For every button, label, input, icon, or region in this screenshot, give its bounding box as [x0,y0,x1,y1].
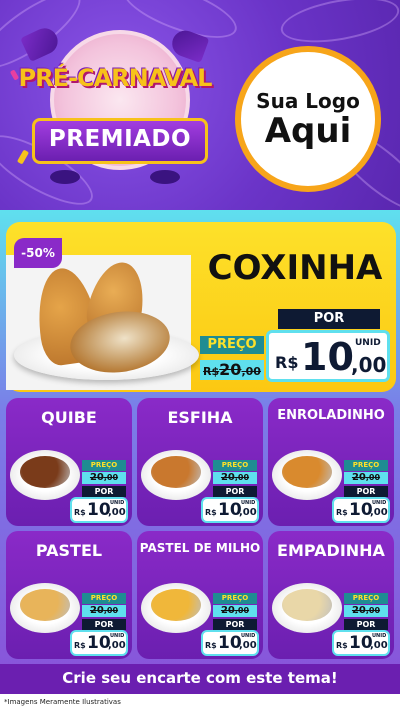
old-price: 20,00 [344,472,388,484]
currency: R$ [205,508,217,517]
palm-leaf-decoration [277,0,400,51]
old-price-int: 20 [351,605,366,616]
product-card: PASTEL PREÇO 20,00 POR R$ 10,00 UNID [6,531,132,659]
product-name: QUIBE [41,408,97,427]
old-price-int: 20 [220,605,235,616]
currency: R$ [74,508,86,517]
new-price: R$ 10 ,00 UNID [266,330,390,382]
unid-label: UNID [110,633,125,639]
old-price-dec: ,00 [241,365,261,378]
horn-icon [20,24,62,62]
food-image [20,456,70,488]
preco-label: PREÇO [82,593,126,604]
price-dec: ,00 [370,640,388,651]
product-card: PASTEL DE MILHO PREÇO 20,00 POR R$ 10,00 UNID [137,531,263,659]
por-label: POR [344,486,388,497]
float-wheel [150,170,180,184]
price-dec: ,00 [108,507,126,518]
product-name: PASTEL DE MILHO [139,541,261,555]
old-price-dec: ,00 [234,606,250,615]
currency: R$ [275,353,299,372]
food-image [20,589,70,621]
old-price-int: 20 [220,472,235,483]
product-card: EMPADINHA PREÇO 20,00 POR R$ 10,00 UNID [268,531,394,659]
old-price: 20,00 [344,605,388,617]
food-image [151,589,201,621]
food-image [282,456,332,488]
float-wheel [50,170,80,184]
preco-label: PREÇO [344,460,388,471]
unid-label: UNID [372,633,387,639]
currency: R$ [336,641,348,650]
old-price-dec: ,00 [365,473,381,482]
product-name: ESFIHA [167,408,233,427]
old-price-dec: ,00 [365,606,381,615]
discount-badge: -50% [14,238,62,268]
logo-placeholder: Sua Logo Aqui [235,46,381,192]
product-card: ENROLADINHO PREÇO 20,00 POR R$ 10,00 UNID [268,398,394,526]
cta-text: Crie seu encarte com este tema! [62,669,338,687]
logo-line1: Sua Logo [256,89,360,113]
por-label: POR [82,619,126,630]
old-price-int: 20 [351,472,366,483]
preco-label: PREÇO [213,460,257,471]
new-price: R$ 10,00 UNID [332,497,390,523]
old-price: 20,00 [82,472,126,484]
price-int: 10 [301,335,354,379]
logo-line2: Aqui [264,111,352,151]
old-price: 20,00 [213,605,257,617]
currency: R$ [205,641,217,650]
por-label: POR [82,486,126,497]
por-label: POR [278,309,380,329]
product-name: EMPADINHA [277,541,385,560]
price-dec: ,00 [239,640,257,651]
new-price: R$ 10,00 UNID [70,497,128,523]
product-name: PASTEL [35,541,103,560]
old-price-dec: ,00 [103,606,119,615]
old-price-int: 20 [89,472,104,483]
old-price-dec: ,00 [234,473,250,482]
food-image [151,456,201,488]
featured-product-name: COXINHA [207,248,383,288]
preco-label: PREÇO [213,593,257,604]
old-price-int: 20 [89,605,104,616]
unid-label: UNID [355,338,381,348]
old-price: 20,00 [213,472,257,484]
por-label: POR [213,619,257,630]
disclaimer-text: *Imagens Meramente Ilustrativas [4,698,121,706]
preco-label: PREÇO [82,460,126,471]
old-price-dec: ,00 [103,473,119,482]
product-card: QUIBE PREÇO 20,00 POR R$ 10,00 UNID [6,398,132,526]
preco-label: PREÇO [200,336,264,354]
preco-label: PREÇO [344,593,388,604]
price-dec: ,00 [239,507,257,518]
currency: R$ [336,508,348,517]
title-line2: PREMIADO [48,126,192,152]
old-price: 20,00 [82,605,126,617]
price-dec: ,00 [108,640,126,651]
unid-label: UNID [241,500,256,506]
unid-label: UNID [372,500,387,506]
new-price: R$ 10,00 UNID [70,630,128,656]
old-price: R$20,00 [200,360,264,380]
new-price: R$ 10,00 UNID [201,630,259,656]
carnival-title-badge: PRÉ-CARNAVAL PREMIADO [10,24,220,195]
food-image [282,589,332,621]
unid-label: UNID [110,500,125,506]
product-card: ESFIHA PREÇO 20,00 POR R$ 10,00 UNID [137,398,263,526]
price-dec: ,00 [351,353,387,377]
por-label: POR [344,619,388,630]
price-dec: ,00 [370,507,388,518]
unid-label: UNID [241,633,256,639]
old-price-int: 20 [219,360,242,379]
product-name: ENROLADINHO [277,408,385,423]
currency: R$ [74,641,86,650]
new-price: R$ 10,00 UNID [332,630,390,656]
title-line1: PRÉ-CARNAVAL [18,64,213,92]
new-price: R$ 10,00 UNID [201,497,259,523]
old-currency: R$ [203,365,220,378]
por-label: POR [213,486,257,497]
